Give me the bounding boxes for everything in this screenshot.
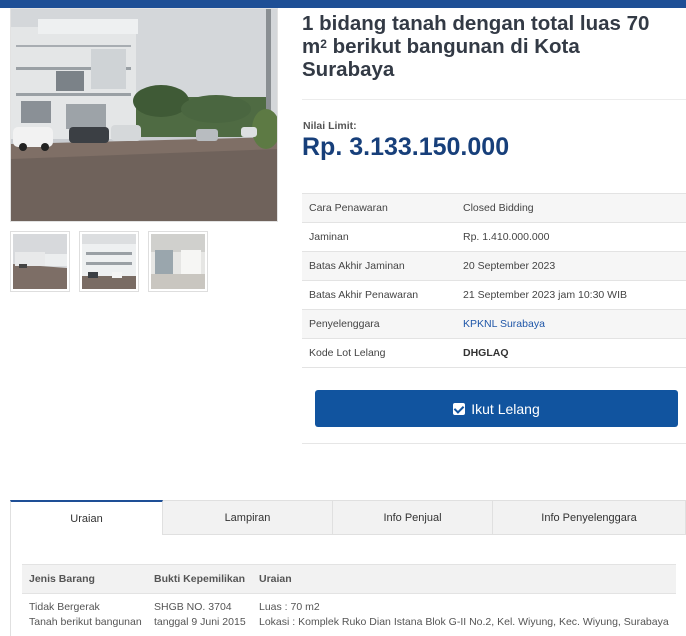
divider [302,99,686,100]
thumbnail-image [151,234,205,289]
thumbnail-1[interactable] [10,231,70,292]
info-row: Jaminan Rp. 1.410.000.000 [302,222,686,252]
info-key: Batas Akhir Jaminan [302,251,456,281]
info-key: Jaminan [302,222,456,252]
info-value: 21 September 2023 jam 10:30 WIB [456,280,686,310]
info-key: Kode Lot Lelang [302,338,456,368]
thumbnail-image [82,234,136,289]
uraian-cell: Luas : 70 m2 Lokasi : Komplek Ruko Dian I… [259,601,669,628]
limit-label: Nilai Limit: [303,120,357,132]
info-key: Cara Penawaran [302,193,456,223]
divider [302,443,686,444]
info-key: Batas Akhir Penawaran [302,280,456,310]
organizer-link[interactable]: KPKNL Surabaya [456,309,686,339]
info-row: Batas Akhir Jaminan 20 September 2023 [302,251,686,281]
ikut-lelang-label: Ikut Lelang [471,400,540,417]
info-row: Penyelenggara KPKNL Surabaya [302,309,686,339]
info-row: Cara Penawaran Closed Bidding [302,193,686,223]
info-row: Kode Lot Lelang DHGLAQ [302,338,686,368]
thumbnail-2[interactable] [79,231,139,292]
detail-tabs: Uraian Lampiran Info Penjual Info Penyel… [10,500,686,535]
building-photo-image [11,9,277,221]
auction-info-table: Cara Penawaran Closed Bidding Jaminan Rp… [302,193,686,368]
tab-info-penyelenggara[interactable]: Info Penyelenggara [493,500,686,535]
jenis-barang-cell: Tidak Bergerak Tanah berikut bangunan [29,601,142,628]
info-value: 20 September 2023 [456,251,686,281]
tab-lampiran[interactable]: Lampiran [163,500,333,535]
top-bar [0,0,686,8]
tab-uraian[interactable]: Uraian [10,500,163,535]
detail-table: Jenis Barang Bukti Kepemilikan Uraian Ti… [22,564,676,630]
bukti-kepemilikan-cell: SHGB NO. 3704 tanggal 9 Juni 2015 [154,601,246,628]
column-header: Uraian [252,564,676,594]
ikut-lelang-button[interactable]: Ikut Lelang [315,390,678,427]
listing-title: 1 bidang tanah dengan total luas 70 m2 be… [302,12,650,81]
info-value: Closed Bidding [456,193,686,223]
lot-code: DHGLAQ [456,338,686,368]
limit-price: Rp. 3.133.150.000 [302,133,510,161]
main-photo[interactable] [10,8,278,222]
info-key: Penyelenggara [302,309,456,339]
thumbnail-image [13,234,67,289]
table-row: Tidak Bergerak Tanah berikut bangunan SHG… [22,594,676,631]
info-row: Batas Akhir Penawaran 21 September 2023 … [302,280,686,310]
table-header-row: Jenis Barang Bukti Kepemilikan Uraian [22,564,676,594]
tab-info-penjual[interactable]: Info Penjual [333,500,493,535]
checkbox-icon [453,402,466,415]
thumbnail-3[interactable] [148,231,208,292]
info-value: Rp. 1.410.000.000 [456,222,686,252]
column-header: Jenis Barang [22,564,147,594]
column-header: Bukti Kepemilikan [147,564,252,594]
